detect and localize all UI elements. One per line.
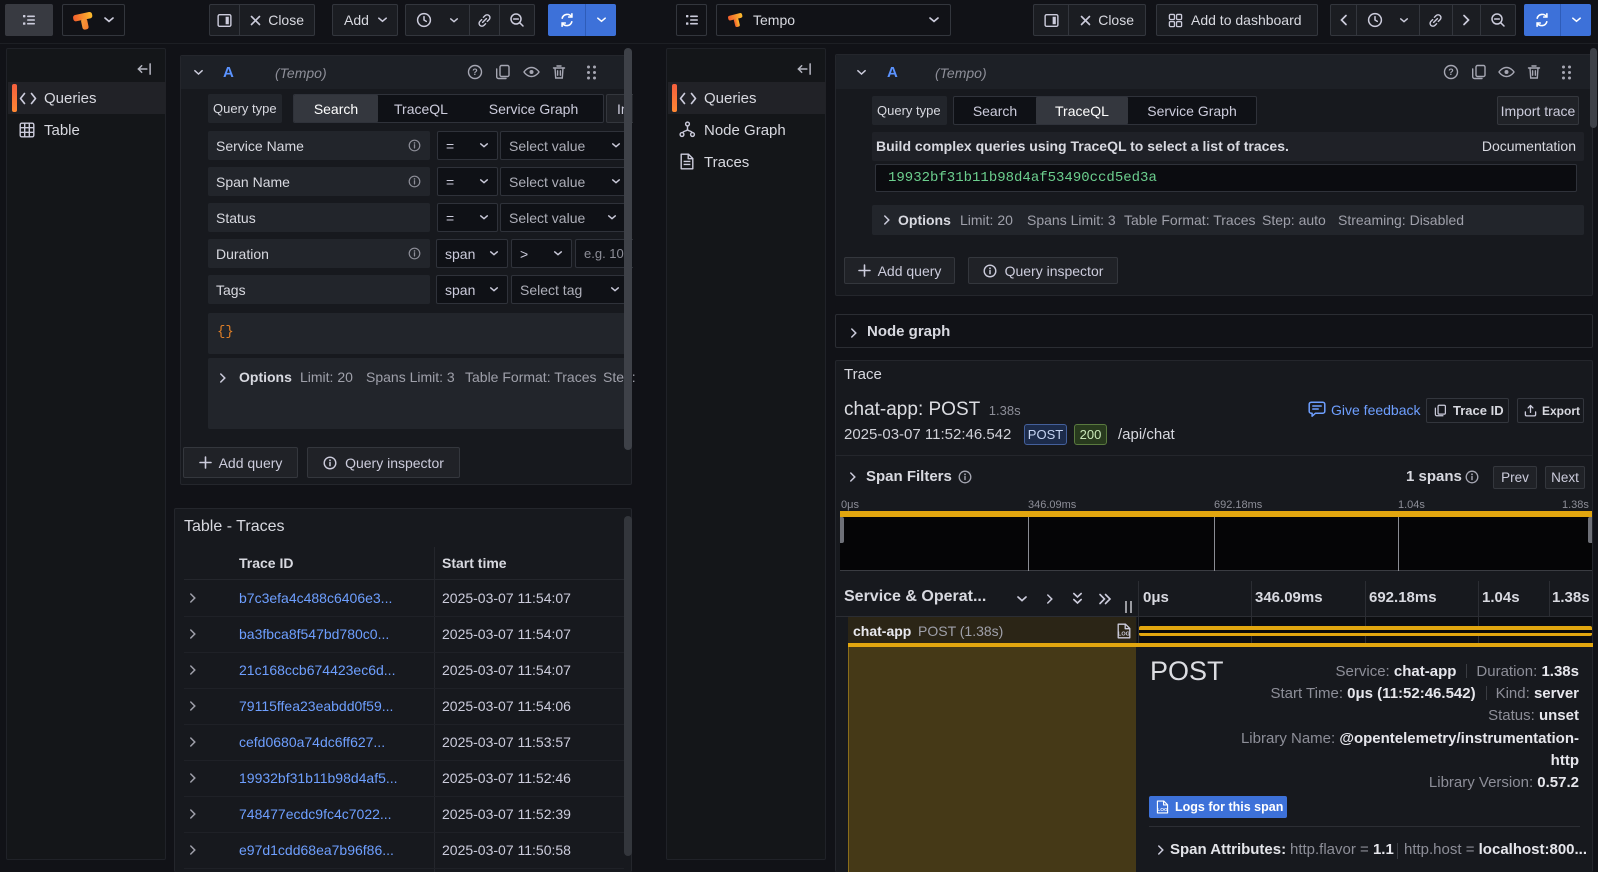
svg-text:LOG: LOG (1118, 632, 1130, 638)
svg-text:?: ? (1448, 67, 1454, 77)
svg-text:LOG: LOG (1157, 807, 1168, 813)
svg-text:?: ? (472, 67, 478, 77)
